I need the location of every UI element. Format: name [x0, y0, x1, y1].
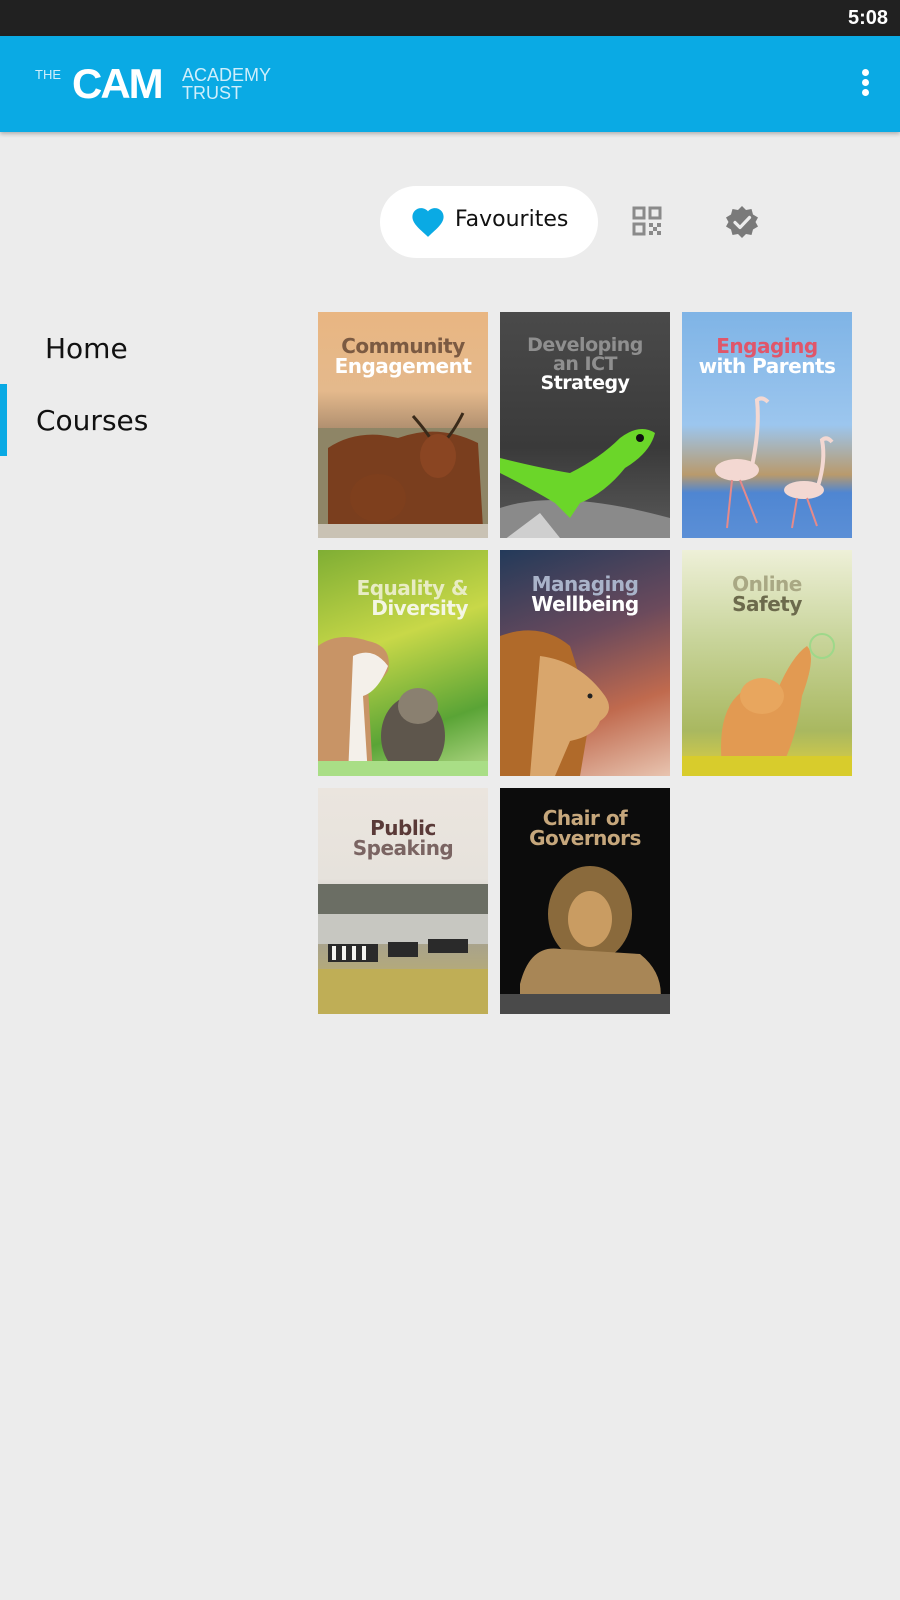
- status-time: 5:08: [847, 7, 888, 29]
- course-tile-community-engagement[interactable]: Community Engagement: [318, 312, 488, 538]
- course-tile-online-safety[interactable]: Online Safety: [682, 550, 852, 776]
- course-title-line: Chair of: [542, 806, 628, 830]
- course-tile-equality-and-diversity[interactable]: Equality & Diversity: [318, 550, 488, 776]
- green-lizard-image: [500, 429, 670, 538]
- verified-badge-icon[interactable]: [724, 204, 760, 240]
- course-tile-developing-an-ict-strategy[interactable]: Developing an ICT Strategy: [500, 312, 670, 538]
- puppy-and-kitten-image: [318, 637, 488, 776]
- logo-academy: ACADEMY: [182, 65, 272, 85]
- app-bar: THE CAM ACADEMY TRUST: [0, 36, 900, 132]
- qr-code-icon[interactable]: [632, 206, 662, 236]
- highland-cattle-image: [318, 412, 488, 538]
- resting-lion-image: [500, 866, 670, 1014]
- sidebar-item-label: Home: [45, 332, 128, 365]
- course-tile-engaging-with-parents[interactable]: Engaging with Parents: [682, 312, 852, 538]
- course-title-line: Equality &: [356, 576, 469, 600]
- course-title-line: Safety: [732, 592, 802, 616]
- course-title-line: Engaging: [716, 334, 818, 358]
- zebras-image: [318, 884, 488, 1014]
- favourites-button[interactable]: Favourites: [380, 186, 598, 258]
- favourites-label: Favourites: [455, 207, 569, 232]
- logo-the: THE: [35, 67, 61, 82]
- course-title-line: Speaking: [352, 836, 454, 860]
- lion-profile-image: [500, 630, 609, 776]
- sidebar-item-courses[interactable]: Courses: [0, 384, 300, 456]
- sidebar-item-home[interactable]: Home: [0, 312, 300, 384]
- heart-icon: [412, 208, 444, 237]
- course-title-line: Wellbeing: [531, 592, 639, 616]
- course-title-line: Diversity: [371, 596, 468, 620]
- course-tile-public-speaking[interactable]: Public Speaking: [318, 788, 488, 1014]
- sidebar-item-label: Courses: [36, 404, 149, 437]
- active-indicator: [0, 384, 7, 456]
- logo-academy-trust: ACADEMY TRUST: [182, 66, 271, 102]
- course-title-line: Engagement: [334, 354, 472, 378]
- course-title-line: with Parents: [698, 354, 836, 378]
- logo-cam: CAM: [72, 60, 164, 107]
- sidebar-nav: Home Courses: [0, 312, 300, 456]
- flamingos-image: [715, 396, 834, 529]
- course-title-line: Governors: [529, 826, 641, 850]
- course-tile-managing-wellbeing[interactable]: Managing Wellbeing: [500, 550, 670, 776]
- course-title-line: Managing: [531, 572, 639, 596]
- logo-trust: TRUST: [182, 83, 242, 103]
- course-title-line: Strategy: [540, 372, 630, 394]
- course-title-line: Community: [341, 334, 465, 358]
- more-vert-icon[interactable]: [858, 66, 872, 102]
- course-title-line: Online: [732, 572, 802, 596]
- course-title-line: Public: [370, 816, 436, 840]
- status-bar: 5:08: [0, 0, 900, 36]
- course-tile-chair-of-governors[interactable]: Chair of Governors: [500, 788, 670, 1014]
- kitten-with-bubbles-image: [682, 633, 852, 776]
